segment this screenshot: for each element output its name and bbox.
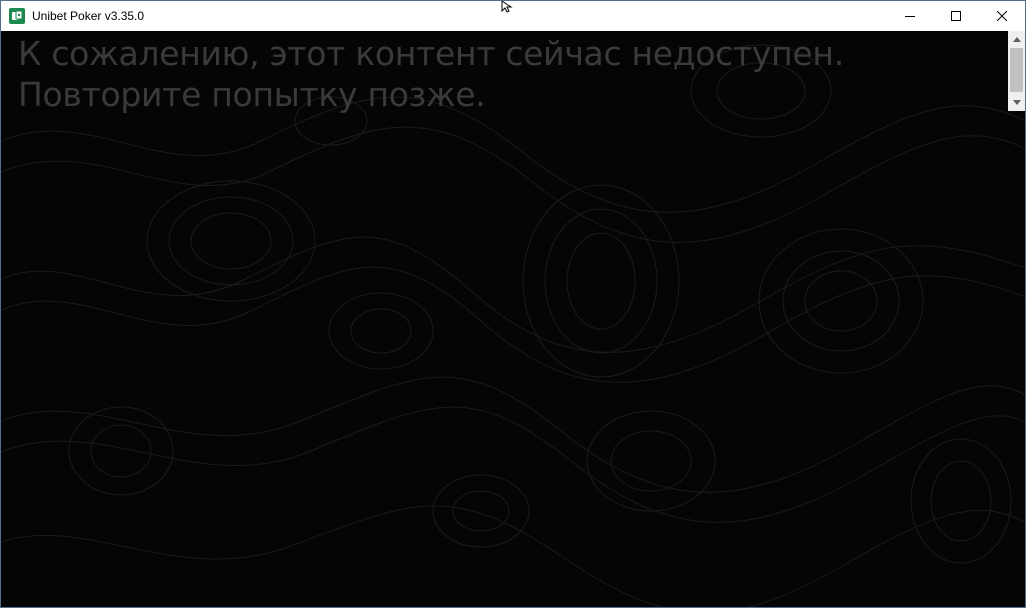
minimize-icon <box>905 16 915 17</box>
topographic-background <box>1 44 1025 607</box>
close-icon <box>997 11 1007 21</box>
mouse-cursor-icon <box>501 1 513 13</box>
scroll-down-button[interactable] <box>1008 94 1025 111</box>
maximize-icon <box>951 11 961 21</box>
unibet-logo-icon <box>9 8 25 24</box>
vertical-scrollbar[interactable] <box>1008 31 1025 111</box>
app-window: Unibet Poker v3.35.0 К сожалению, этот к… <box>0 0 1026 608</box>
maximize-button[interactable] <box>933 1 979 31</box>
content-area: К сожалению, этот контент сейчас недосту… <box>1 31 1025 607</box>
minimize-button[interactable] <box>887 1 933 31</box>
scroll-thumb[interactable] <box>1010 48 1023 92</box>
error-message-line2: Повторите попытку позже. <box>18 75 486 114</box>
scroll-up-button[interactable] <box>1008 31 1025 48</box>
arrow-up-icon <box>1012 37 1021 42</box>
error-message: К сожалению, этот контент сейчас недосту… <box>18 33 998 115</box>
arrow-down-icon <box>1012 100 1021 105</box>
error-message-line1: К сожалению, этот контент сейчас недосту… <box>18 34 844 73</box>
close-button[interactable] <box>979 1 1025 31</box>
window-title: Unibet Poker v3.35.0 <box>32 9 145 23</box>
window-controls <box>887 1 1025 31</box>
